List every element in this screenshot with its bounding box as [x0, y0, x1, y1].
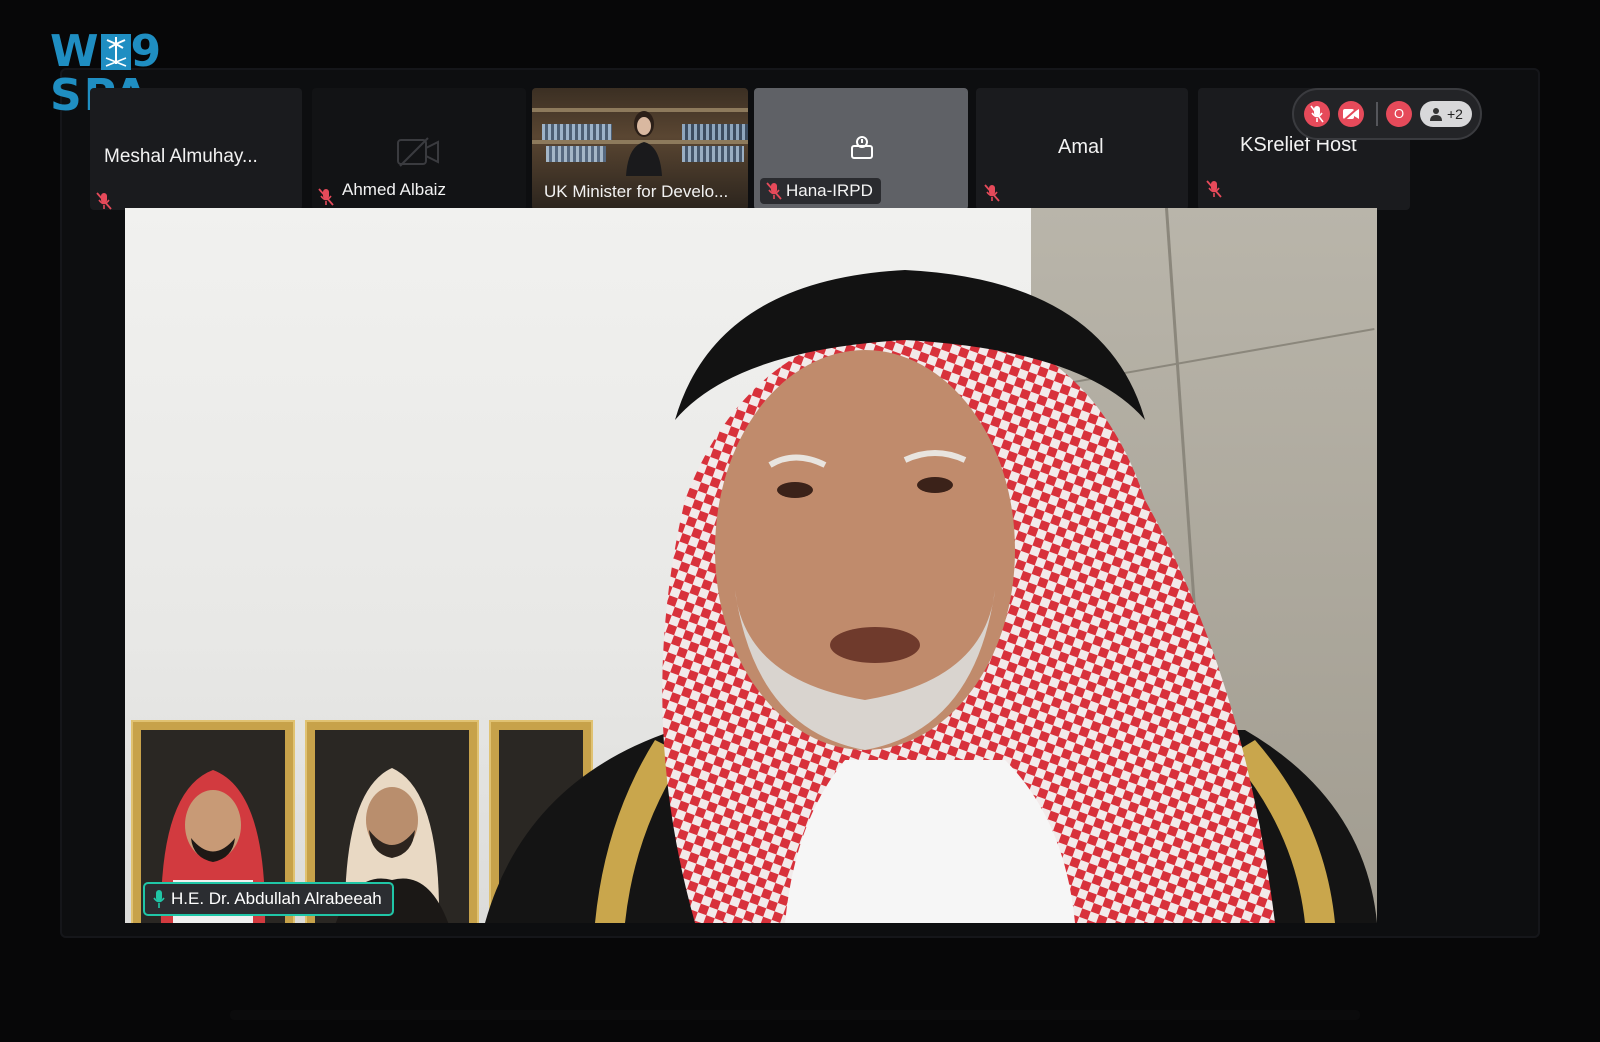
mic-off-icon — [318, 188, 334, 206]
active-speaker-tag: H.E. Dr. Abdullah Alrabeeah — [143, 882, 394, 916]
main-speaker-video — [125, 208, 1377, 923]
participants-button[interactable]: +2 — [1420, 101, 1472, 127]
participant-tile[interactable]: Amal — [976, 88, 1188, 210]
participant-name: Amal — [1058, 136, 1104, 158]
monitor-stand — [230, 1010, 1360, 1020]
mute-all-button[interactable] — [1304, 101, 1330, 127]
participant-name: Ahmed Albaiz — [342, 180, 446, 199]
participant-tile[interactable]: Meshal Almuhay... — [90, 88, 302, 210]
mic-off-icon — [96, 192, 112, 210]
speaker-person — [485, 270, 1377, 923]
record-button[interactable]: O — [1386, 101, 1412, 127]
camera-off-icon — [1342, 106, 1360, 122]
meeting-controls: O +2 — [1292, 88, 1482, 140]
participant-tile-video[interactable]: UK Minister for Develo... — [532, 88, 748, 210]
participants-count: +2 — [1446, 106, 1463, 122]
participant-name: Meshal Almuhay... — [104, 146, 258, 167]
controls-divider — [1376, 102, 1378, 126]
phone-call-icon — [851, 136, 873, 159]
stop-video-button[interactable] — [1338, 101, 1364, 127]
mic-on-icon — [153, 890, 165, 908]
palm-swords-icon — [100, 34, 131, 70]
camera-off-icon — [397, 137, 439, 167]
participant-tile[interactable]: Ahmed Albaiz — [312, 88, 526, 210]
participant-strip: Meshal Almuhay... Ahmed Albaiz UK Minist… — [90, 88, 1440, 218]
mic-off-icon — [1310, 105, 1324, 123]
mic-off-icon — [984, 184, 1000, 202]
participant-name: UK Minister for Develo... — [544, 182, 729, 201]
participant-tag: Hana-IRPD — [760, 178, 881, 204]
mic-off-icon — [1206, 180, 1222, 198]
participant-avatar — [626, 111, 662, 176]
mic-off-icon — [766, 182, 782, 200]
person-icon — [1430, 108, 1443, 121]
record-icon: O — [1393, 106, 1405, 121]
active-speaker-name: H.E. Dr. Abdullah Alrabeeah — [171, 889, 382, 908]
participant-name: Hana-IRPD — [786, 181, 873, 200]
participant-tile-active[interactable]: Hana-IRPD — [754, 88, 968, 210]
